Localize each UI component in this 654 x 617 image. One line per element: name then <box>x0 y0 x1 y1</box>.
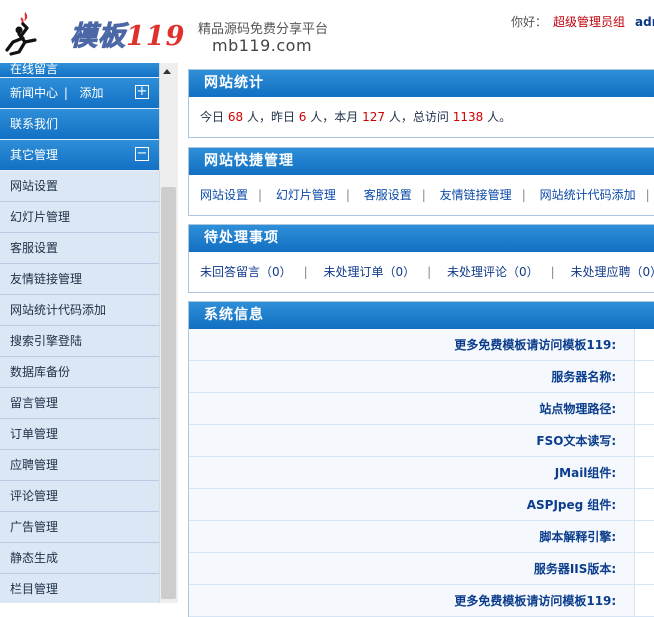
sidebar-item-label: 数据库备份 <box>10 365 71 379</box>
pending-applications-link[interactable]: 未处理应聘（0） <box>571 265 654 279</box>
pending-tasks-panel: 待处理事项 未回答留言（0） | 未处理订单（0） | 未处理评论（0） | 未处理应… <box>188 224 654 293</box>
scroll-up-arrow-icon[interactable] <box>163 69 171 74</box>
table-row: JMail组件: <box>189 456 654 489</box>
info-label: 服务器名称: <box>189 360 635 393</box>
info-label: ASPJpeg 组件: <box>189 488 635 521</box>
pending-items: 未回答留言（0）| 未处理订单（0）| 未处理评论（0）| 未处理应聘（0）| <box>189 252 654 292</box>
pending-messages-link[interactable]: 未回答留言（0） <box>200 265 292 279</box>
yesterday-visits: 6 <box>298 110 307 124</box>
sidebar-item-label: 评论管理 <box>10 489 59 503</box>
quick-link-customer-service[interactable]: 客服设置 <box>364 188 412 202</box>
brand-logo-part2: 119 <box>126 21 186 52</box>
sidebar-item-search-engine[interactable]: 搜索引擎登陆 <box>0 326 159 357</box>
sidebar-item-label: 客服设置 <box>10 241 59 255</box>
month-visits: 127 <box>362 110 386 124</box>
sidebar-item-other[interactable]: 其它管理 − <box>0 140 159 171</box>
quick-link-friend-links[interactable]: 友情链接管理 <box>440 188 512 202</box>
sidebar-item-label: 幻灯片管理 <box>10 210 71 224</box>
sidebar-item-label: 搜索引擎登陆 <box>10 334 83 348</box>
sidebar: 在线留言 新闻中心 | 添加 + 联系我们 其它管理 − 网站设置 幻灯片管理 … <box>0 63 159 603</box>
sidebar-item-label: 订单管理 <box>10 427 59 441</box>
pending-comments-link[interactable]: 未处理评论（0） <box>447 265 539 279</box>
sidebar-item-ads[interactable]: 广告管理 <box>0 512 159 543</box>
table-row: 站点物理路径: <box>189 392 654 425</box>
sidebar-item-label: 栏目管理 <box>10 582 59 596</box>
info-label: 脚本解释引擎: <box>189 520 635 553</box>
sidebar-item-label: 静态生成 <box>10 551 59 565</box>
stats-line: 今日 68 人，昨日 6 人，本月 127 人，总访问 1138 人。 <box>200 110 512 124</box>
app-header: 模板119 精品源码免费分享平台 mb119.com 你好： 超级管理员组 adr <box>0 0 654 63</box>
user-name[interactable]: adr <box>635 15 654 29</box>
system-info-table: 更多免费模板请访问模板119: 服务器名称: 站点物理路径: FSO文本读写: … <box>189 329 654 617</box>
total-visits: 1138 <box>452 110 484 124</box>
info-label: 更多免费模板请访问模板119: <box>189 329 635 361</box>
add-news-link[interactable]: 添加 <box>80 86 104 100</box>
sidebar-item-slides[interactable]: 幻灯片管理 <box>0 202 159 233</box>
sidebar-item-label: 友情链接管理 <box>10 272 83 286</box>
sidebar-item-customer-service[interactable]: 客服设置 <box>0 233 159 264</box>
main-content: 网站统计 今日 68 人，昨日 6 人，本月 127 人，总访问 1138 人。… <box>178 63 654 617</box>
panel-title: 待处理事项 <box>189 225 654 252</box>
info-label: 服务器IIS版本: <box>189 552 635 585</box>
brand-logo-part1: 模板 <box>70 21 126 53</box>
sidebar-item-orders[interactable]: 订单管理 <box>0 419 159 450</box>
info-label: 更多免费模板请访问模板119: <box>189 584 635 617</box>
sidebar-item-site-settings[interactable]: 网站设置 <box>0 171 159 202</box>
table-row: ASPJpeg 组件: <box>189 488 654 521</box>
expand-toggle-icon[interactable]: + <box>135 85 149 99</box>
runner-torch-logo-icon <box>5 12 37 56</box>
sidebar-item-columns[interactable]: 栏目管理 <box>0 574 159 603</box>
sidebar-item-contact[interactable]: 联系我们 <box>0 109 159 140</box>
table-row: 服务器名称: <box>189 360 654 393</box>
sidebar-item-static-gen[interactable]: 静态生成 <box>0 543 159 574</box>
brand-domain: mb119.com <box>212 36 313 55</box>
sidebar-item-label: 联系我们 <box>10 117 59 131</box>
sidebar-item-db-backup[interactable]: 数据库备份 <box>0 357 159 388</box>
brand-tagline: 精品源码免费分享平台 <box>198 22 329 37</box>
table-row: 服务器IIS版本: <box>189 552 654 585</box>
collapse-toggle-icon[interactable]: − <box>135 147 149 161</box>
sidebar-item-label: 在线留言 <box>10 63 59 76</box>
greeting-label: 你好： <box>511 15 548 29</box>
sidebar-item-label: 网站统计代码添加 <box>10 303 107 317</box>
panel-title: 网站快捷管理 <box>189 148 654 175</box>
table-row: 更多免费模板请访问模板119: <box>189 329 654 361</box>
sidebar-item-news[interactable]: 新闻中心 | 添加 + <box>0 78 159 109</box>
sidebar-scrollbar[interactable] <box>159 63 178 603</box>
user-info: 你好： 超级管理员组 adr <box>511 13 654 30</box>
table-row: FSO文本读写: <box>189 424 654 457</box>
scrollbar-thumb[interactable] <box>161 187 176 599</box>
info-label: FSO文本读写: <box>189 424 635 457</box>
sidebar-item-stats-code[interactable]: 网站统计代码添加 <box>0 295 159 326</box>
quick-manage-panel: 网站快捷管理 网站设置 | 幻灯片管理 | 客服设置 | 友情链接管理 | 网站统计代码… <box>188 147 654 216</box>
sidebar-item-label: 广告管理 <box>10 520 59 534</box>
table-row: 脚本解释引擎: <box>189 520 654 553</box>
quick-link-slides[interactable]: 幻灯片管理 <box>276 188 336 202</box>
site-stats-panel: 网站统计 今日 68 人，昨日 6 人，本月 127 人，总访问 1138 人。 <box>188 69 654 138</box>
quick-link-site-settings[interactable]: 网站设置 <box>200 188 248 202</box>
sidebar-item-friend-links[interactable]: 友情链接管理 <box>0 264 159 295</box>
sidebar-item-label: 留言管理 <box>10 396 59 410</box>
quick-links: 网站设置| 幻灯片管理| 客服设置| 友情链接管理| 网站统计代码添加| 搜 <box>200 188 650 202</box>
sidebar-item-messages[interactable]: 留言管理 <box>0 388 159 419</box>
sidebar-item-label: 新闻中心 <box>10 86 59 100</box>
sidebar-item-comments[interactable]: 评论管理 <box>0 481 159 512</box>
panel-title: 网站统计 <box>189 70 654 97</box>
sidebar-item-guestbook[interactable]: 在线留言 <box>0 63 159 78</box>
brand-logo-text: 模板119 <box>70 14 185 53</box>
system-info-panel: 系统信息 更多免费模板请访问模板119: 服务器名称: 站点物理路径: FSO文… <box>188 301 654 617</box>
table-row: 更多免费模板请访问模板119: <box>189 584 654 617</box>
panel-title: 系统信息 <box>189 302 654 329</box>
sidebar-item-label: 其它管理 <box>10 148 59 162</box>
sidebar-item-label: 应聘管理 <box>10 458 59 472</box>
quick-link-stats-code[interactable]: 网站统计代码添加 <box>540 188 636 202</box>
sidebar-item-label: 网站设置 <box>10 179 59 193</box>
info-label: 站点物理路径: <box>189 392 635 425</box>
sidebar-item-applications[interactable]: 应聘管理 <box>0 450 159 481</box>
user-role: 超级管理员组 <box>553 15 626 29</box>
info-label: JMail组件: <box>189 456 635 489</box>
today-visits: 68 <box>227 110 244 124</box>
pending-orders-link[interactable]: 未处理订单（0） <box>324 265 416 279</box>
